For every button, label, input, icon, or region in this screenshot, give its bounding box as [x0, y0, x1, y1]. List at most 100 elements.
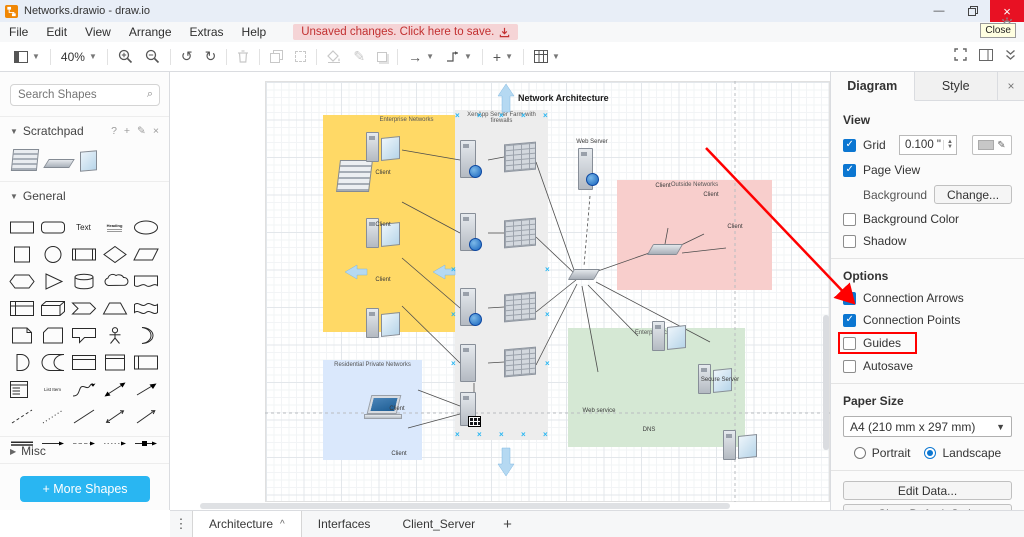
firewall-icon[interactable]: [504, 142, 536, 173]
page-view-checkbox[interactable]: [843, 164, 856, 177]
to-back-button[interactable]: [289, 51, 312, 62]
page-tab-client-server[interactable]: Client_Server: [386, 511, 491, 537]
paper-size-select[interactable]: A4 (210 mm x 297 mm) ▼: [843, 416, 1012, 437]
redo-button[interactable]: ↻: [199, 48, 223, 65]
container-outside-networks[interactable]: Outside Networks: [617, 180, 772, 290]
scratchpad-section-header[interactable]: ▼ Scratchpad ? + ✎ ×: [0, 116, 169, 143]
shape-curve[interactable]: [68, 376, 99, 403]
shape-dashed-line[interactable]: [6, 403, 37, 430]
tab-diagram[interactable]: Diagram: [831, 72, 915, 101]
to-front-button[interactable]: [264, 50, 289, 63]
connection-points-checkbox[interactable]: [843, 314, 856, 327]
firewall-icon[interactable]: [504, 347, 536, 378]
web-server-icon[interactable]: [578, 148, 593, 190]
shape-container[interactable]: [68, 349, 99, 376]
firewall-icon[interactable]: [504, 292, 536, 323]
change-background-button[interactable]: Change...: [934, 185, 1012, 204]
shape-bidirectional-arrow[interactable]: [99, 376, 130, 403]
delete-button[interactable]: [231, 50, 255, 63]
connection-style-button[interactable]: →▼: [402, 49, 440, 65]
shape-parallelogram[interactable]: [130, 241, 161, 268]
menu-file[interactable]: File: [0, 23, 37, 41]
zoom-out-button[interactable]: [139, 49, 166, 64]
shape-tape[interactable]: [130, 295, 161, 322]
gateway-server-icon[interactable]: [460, 392, 476, 426]
shape-trapezoid[interactable]: [99, 295, 130, 322]
tab-menu-caret-icon[interactable]: ^: [280, 519, 285, 530]
background-color-checkbox[interactable]: [843, 213, 856, 226]
switch-icon[interactable]: [647, 244, 683, 255]
shape-note[interactable]: [6, 322, 37, 349]
pages-menu-icon[interactable]: ⋮: [170, 511, 192, 537]
shape-heading[interactable]: Heading: [99, 214, 130, 241]
shape-actor[interactable]: [99, 322, 130, 349]
shape-rounded-rectangle[interactable]: [37, 214, 68, 241]
shape-vertical-container[interactable]: [99, 349, 130, 376]
shape-dotted-line[interactable]: [37, 403, 68, 430]
client-icon[interactable]: [366, 308, 400, 342]
grid-color-button[interactable]: ✎: [972, 135, 1012, 155]
canvas-horizontal-scrollbar[interactable]: [200, 503, 730, 509]
collapse-toolbar-icon[interactable]: [1005, 49, 1016, 61]
misc-section-header[interactable]: ▶ Misc: [0, 436, 169, 464]
shape-diamond[interactable]: [99, 241, 130, 268]
insert-button[interactable]: +▼: [487, 49, 519, 65]
shape-callout[interactable]: [68, 322, 99, 349]
menu-extras[interactable]: Extras: [181, 23, 233, 41]
shape-bidirectional-connector[interactable]: [99, 403, 130, 430]
shape-process[interactable]: [68, 241, 99, 268]
menu-edit[interactable]: Edit: [37, 23, 76, 41]
shape-list[interactable]: [6, 376, 37, 403]
grid-size-spinner[interactable]: 0.100 " ▲▼: [899, 135, 957, 155]
more-shapes-button[interactable]: + More Shapes: [20, 476, 150, 502]
portrait-radio[interactable]: [854, 447, 866, 459]
client-icon[interactable]: [366, 132, 400, 166]
shape-data-storage[interactable]: [37, 349, 68, 376]
shape-directional-connector[interactable]: [130, 403, 161, 430]
xenapp-server-icon[interactable]: [460, 344, 476, 382]
client-icon[interactable]: [652, 321, 686, 355]
line-color-button[interactable]: ✎: [347, 48, 371, 65]
fill-color-button[interactable]: [321, 50, 347, 63]
landscape-radio[interactable]: [924, 447, 936, 459]
shape-triangle[interactable]: [37, 268, 68, 295]
edit-data-button[interactable]: Edit Data...: [843, 481, 1012, 500]
menu-arrange[interactable]: Arrange: [120, 23, 181, 41]
shape-hexagon[interactable]: [6, 268, 37, 295]
view-panels-button[interactable]: ▼: [8, 51, 46, 63]
shape-cylinder[interactable]: [68, 268, 99, 295]
guides-checkbox[interactable]: [843, 337, 856, 350]
waypoint-style-button[interactable]: ▼: [440, 51, 478, 63]
firewall-icon[interactable]: [504, 218, 536, 249]
shadow-button[interactable]: [371, 52, 393, 62]
scratchpad-close-icon[interactable]: ×: [153, 125, 159, 137]
shape-ellipse[interactable]: [130, 214, 161, 241]
general-section-header[interactable]: ▼ General: [0, 181, 169, 208]
shape-or[interactable]: [130, 322, 161, 349]
minimize-button[interactable]: —: [922, 0, 956, 22]
add-page-button[interactable]: +: [491, 511, 524, 537]
diagram-title[interactable]: Network Architecture: [518, 93, 609, 103]
shape-horizontal-container[interactable]: [130, 349, 161, 376]
shape-document[interactable]: [130, 268, 161, 295]
scratchpad-shape-switch[interactable]: [43, 159, 75, 168]
table-button[interactable]: ▼: [528, 50, 566, 63]
unsaved-changes-banner[interactable]: Unsaved changes. Click here to save.: [293, 24, 518, 40]
restore-button[interactable]: [956, 0, 990, 22]
scratchpad-shape-server-stack[interactable]: [11, 149, 39, 171]
canvas-vertical-scrollbar[interactable]: [823, 315, 829, 450]
menu-help[interactable]: Help: [233, 23, 276, 41]
zoom-level-dropdown[interactable]: 40%▼: [55, 50, 103, 64]
scratchpad-shape-client[interactable]: [80, 150, 97, 171]
panel-close-icon[interactable]: ×: [998, 72, 1024, 100]
shape-text[interactable]: Text: [68, 214, 99, 241]
grid-checkbox[interactable]: [843, 139, 856, 152]
shape-line[interactable]: [68, 403, 99, 430]
shape-cube[interactable]: [37, 295, 68, 322]
autosave-checkbox[interactable]: [843, 360, 856, 373]
shape-cloud[interactable]: [99, 268, 130, 295]
scratchpad-edit-icon[interactable]: ✎: [137, 125, 146, 137]
scratchpad-help-icon[interactable]: ?: [111, 125, 117, 137]
shape-and[interactable]: [6, 349, 37, 376]
xenapp-server-icon[interactable]: [460, 288, 476, 326]
